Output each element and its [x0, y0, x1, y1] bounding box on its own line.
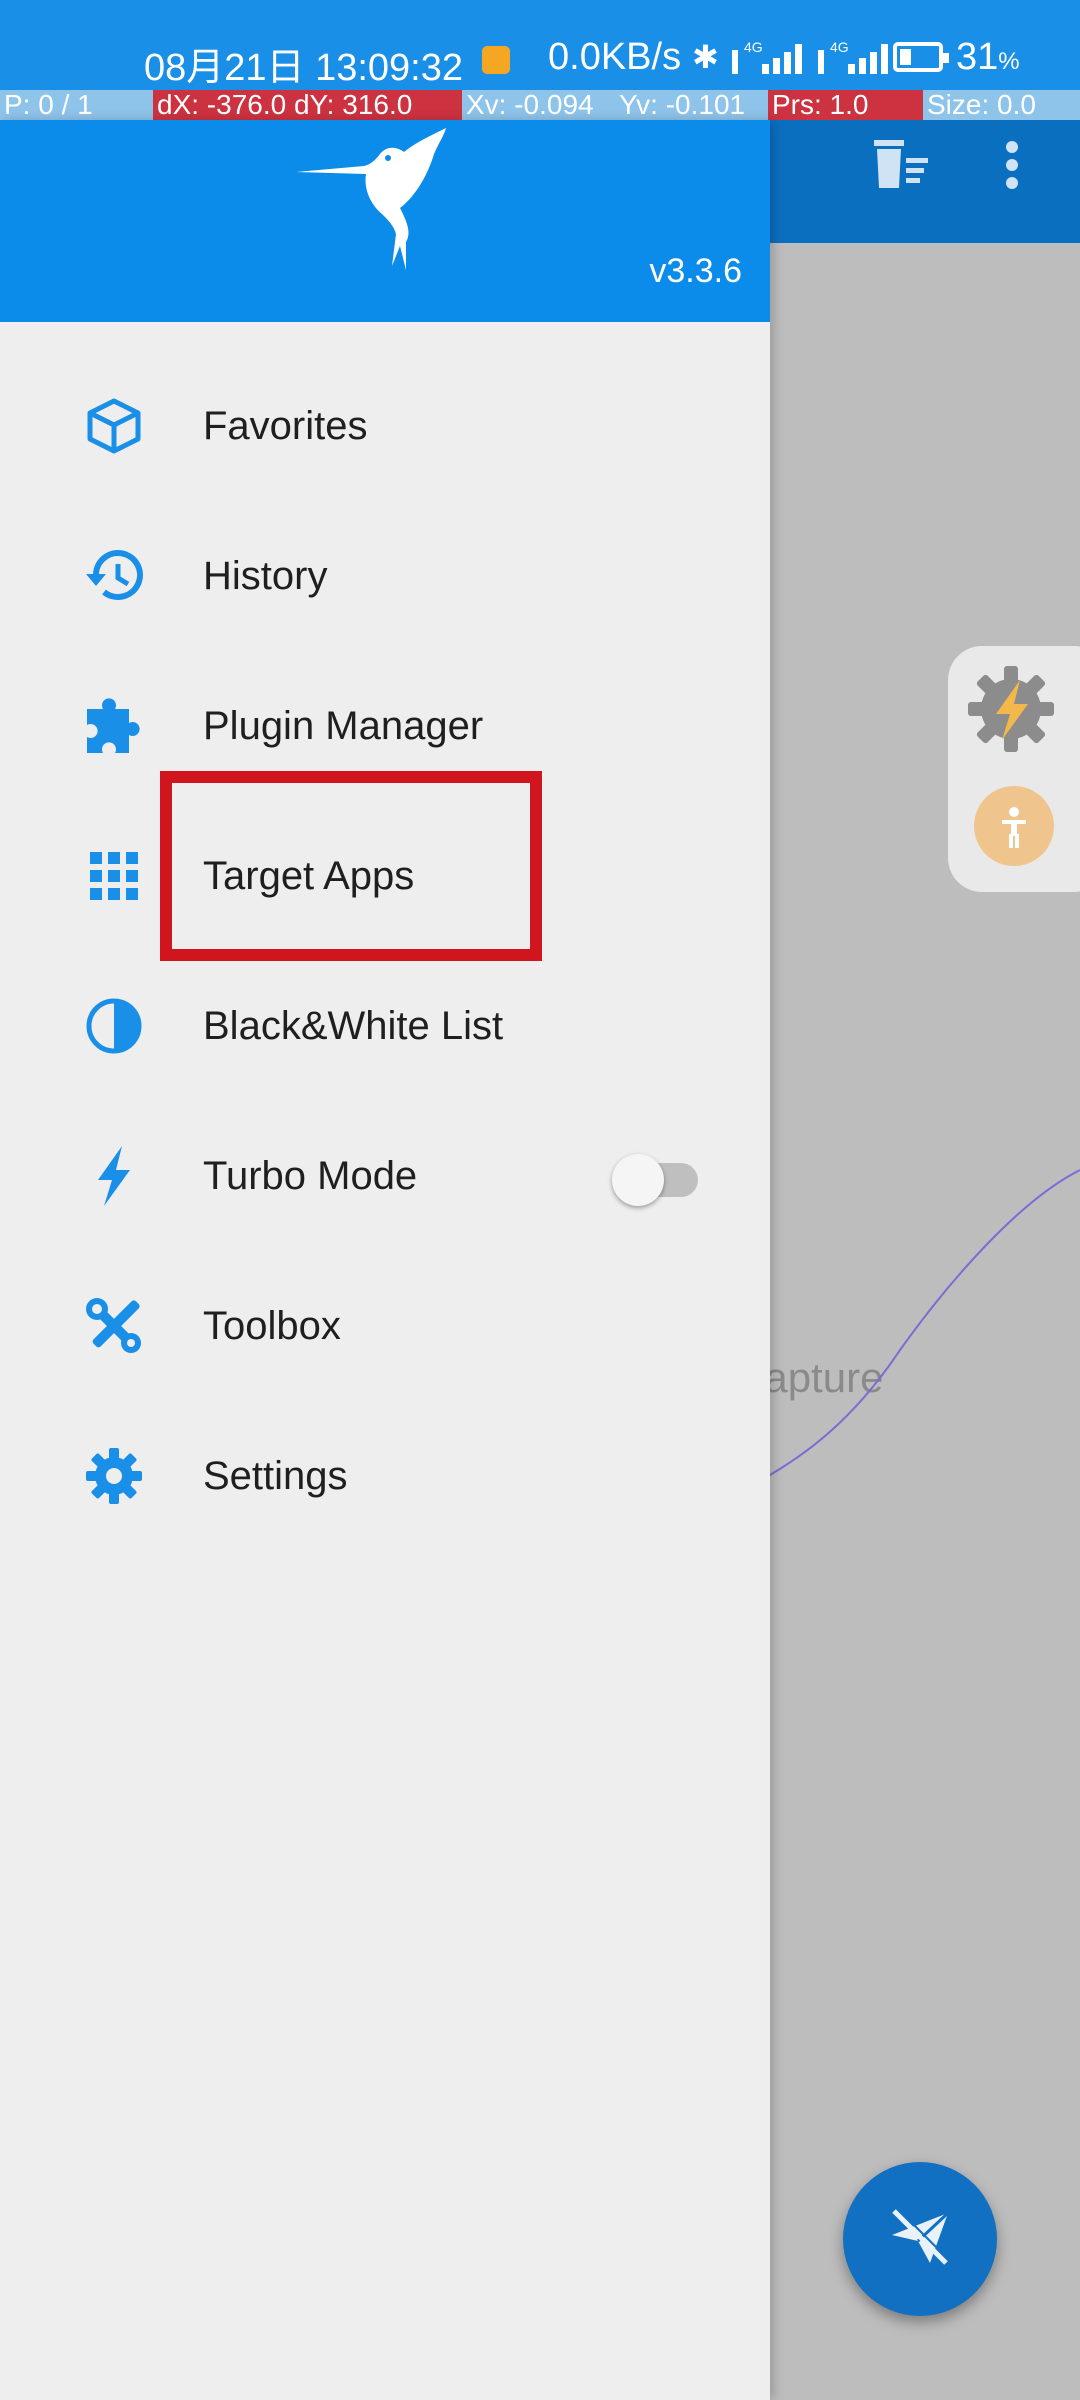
- history-icon: [84, 546, 144, 606]
- cube-icon: [84, 396, 144, 456]
- turbo-mode-toggle[interactable]: [612, 1153, 698, 1206]
- half-circle-icon: [84, 996, 144, 1056]
- notification-app-icon: [482, 46, 510, 74]
- drawer-item-settings[interactable]: Settings: [0, 1401, 770, 1551]
- battery-icon: [893, 42, 949, 72]
- pointer-delta: dX: -376.0 dY: 316.0: [153, 90, 462, 120]
- drawer-item-history[interactable]: History: [0, 501, 770, 651]
- network-speed: 0.0KB/s: [548, 36, 682, 78]
- drawer-item-turbo-mode[interactable]: Turbo Mode: [0, 1101, 770, 1251]
- navigation-drawer: v3.3.6 Favorites History Plugin Manager: [0, 120, 770, 2400]
- bluetooth-icon: ✱: [692, 39, 719, 75]
- drawer-item-label: Toolbox: [203, 1303, 341, 1348]
- turbo-gear-icon[interactable]: [966, 664, 1056, 759]
- drawer-item-black-white-list[interactable]: Black&White List: [0, 951, 770, 1101]
- grid-icon: [84, 846, 144, 906]
- accessibility-icon[interactable]: [974, 786, 1054, 866]
- drawer-item-toolbox[interactable]: Toolbox: [0, 1251, 770, 1401]
- svg-text:4G: 4G: [744, 40, 763, 55]
- drawer-item-label: Settings: [203, 1453, 348, 1498]
- gear-icon: [84, 1446, 144, 1506]
- battery-level-fill: [900, 49, 911, 65]
- pointer-y-velocity: Yv: -0.101: [615, 90, 768, 120]
- tools-icon: [84, 1296, 144, 1356]
- send-off-icon: [888, 2205, 952, 2274]
- pointer-pressure: Prs: 1.0: [768, 90, 923, 120]
- svg-text:4G: 4G: [830, 40, 849, 55]
- more-options-icon[interactable]: [1005, 140, 1019, 195]
- drawer-item-label: Favorites: [203, 403, 368, 448]
- clear-list-icon[interactable]: [872, 137, 930, 195]
- signal-4g-icon: 4G: [732, 39, 812, 88]
- pointer-x-velocity: Xv: -0.094: [462, 90, 615, 120]
- drawer-item-label: Black&White List: [203, 1003, 504, 1048]
- battery-percent: 31%: [956, 36, 1020, 78]
- drawer-item-label: Turbo Mode: [203, 1153, 418, 1198]
- pointer-size: Size: 0.0: [923, 90, 1080, 120]
- puzzle-icon: [84, 696, 144, 756]
- drawer-item-label: Plugin Manager: [203, 703, 484, 748]
- pointer-count: P: 0 / 1: [0, 90, 153, 120]
- drawer-item-label: History: [203, 553, 328, 598]
- lightning-icon: [84, 1146, 144, 1206]
- signal-4g-icon-2: 4G: [818, 39, 898, 88]
- floating-window[interactable]: [948, 646, 1080, 892]
- drawer-item-favorites[interactable]: Favorites: [0, 351, 770, 501]
- hummingbird-logo-icon: [296, 124, 456, 279]
- drawer-header: v3.3.6: [0, 120, 770, 322]
- highlight-box: [160, 771, 542, 961]
- status-bar: 08月21日 13:09:32 0.0KB/s ✱ 4G 4G 31%: [0, 0, 1080, 90]
- capture-fab[interactable]: [843, 2162, 997, 2316]
- pointer-location-overlay: P: 0 / 1 dX: -376.0 dY: 316.0 Xv: -0.094…: [0, 90, 1080, 120]
- app-version: v3.3.6: [649, 252, 742, 290]
- status-time: 08月21日 13:09:32: [144, 47, 464, 89]
